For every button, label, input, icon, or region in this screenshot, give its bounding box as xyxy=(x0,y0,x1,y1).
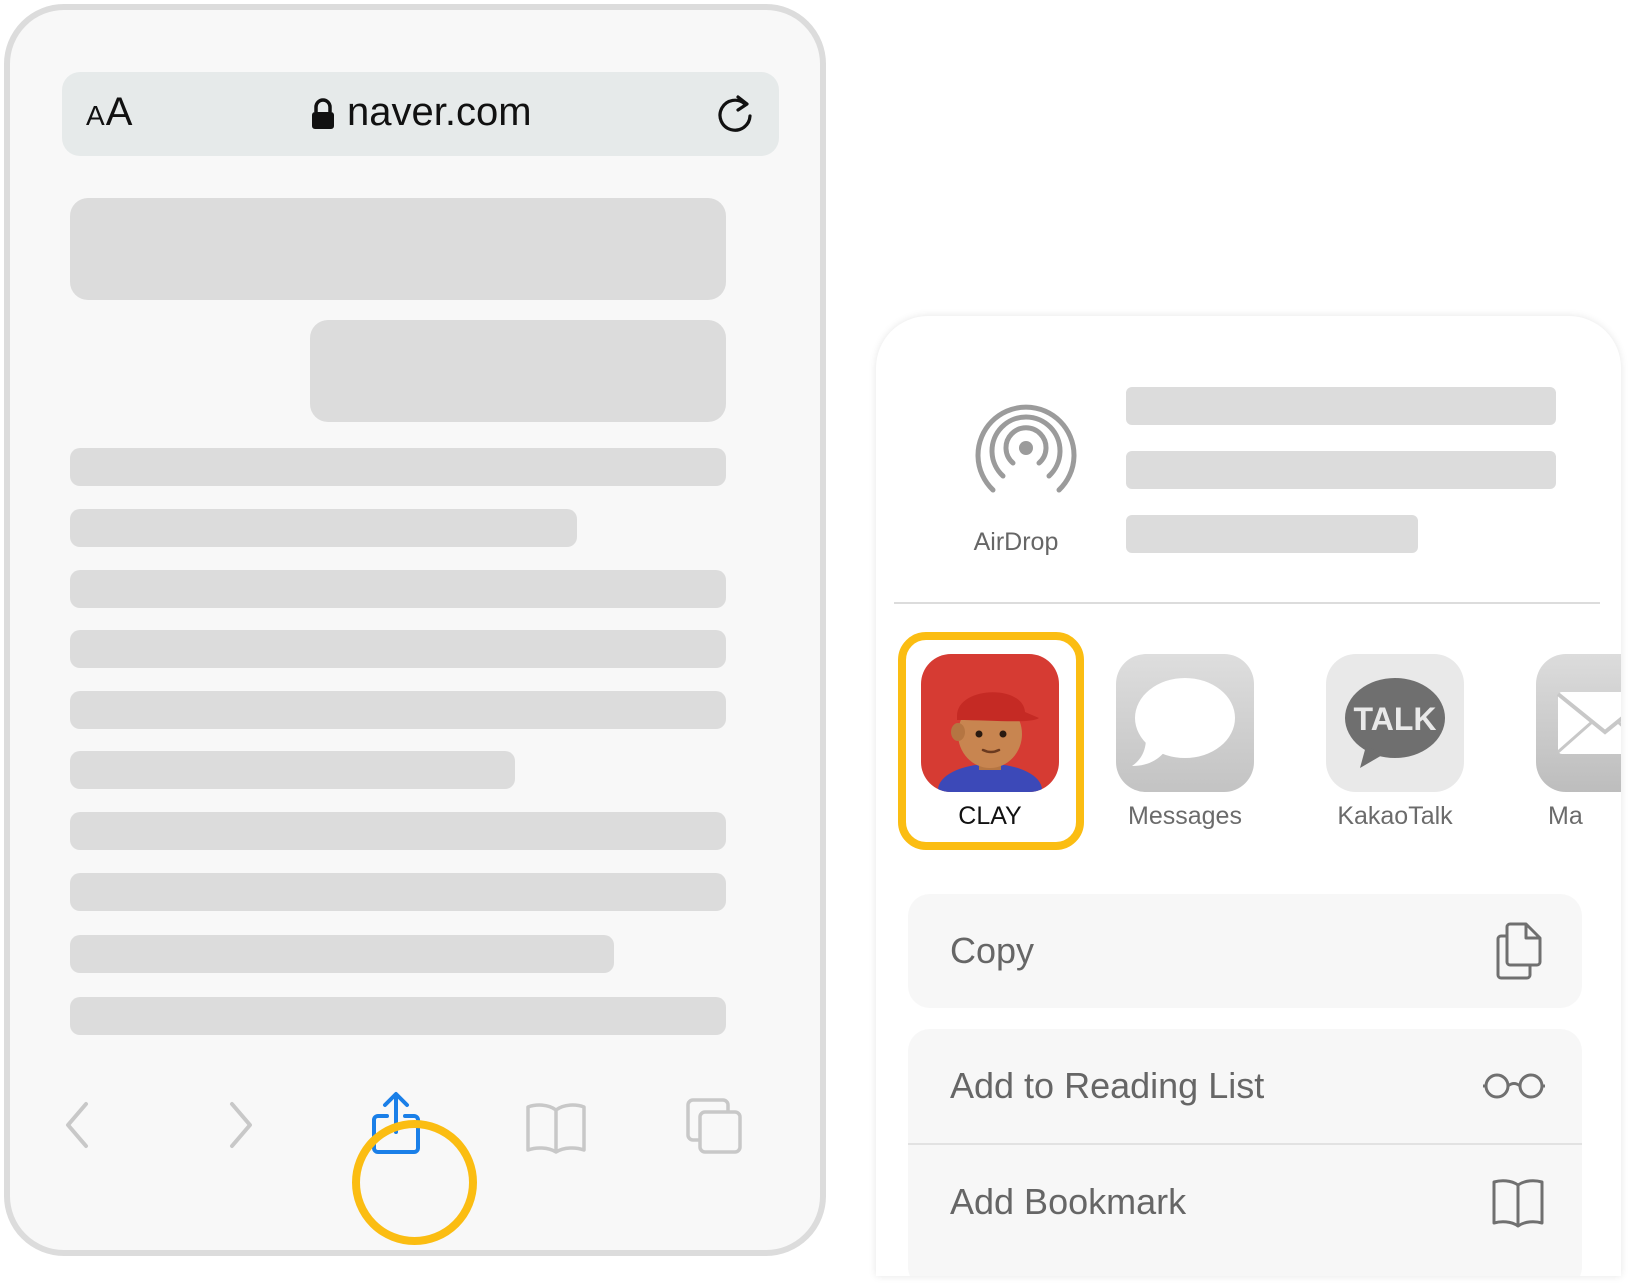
section-divider xyxy=(894,602,1600,604)
contact-placeholder xyxy=(1126,515,1418,553)
app-messages[interactable]: Messages xyxy=(1116,654,1254,831)
text-line-placeholder xyxy=(70,630,726,668)
text-size-button[interactable]: AA xyxy=(86,90,133,135)
action-add-bookmark[interactable]: Add Bookmark xyxy=(908,1145,1582,1259)
action-label: Copy xyxy=(950,930,1035,971)
action-label: Add to Reading List xyxy=(950,1065,1265,1106)
share-sheet: AirDrop CLAY Messages TALK KakaoTalk Ma … xyxy=(876,316,1621,1276)
tabs-icon[interactable] xyxy=(684,1096,744,1156)
content-placeholder xyxy=(70,198,726,300)
action-label: Add Bookmark xyxy=(950,1181,1187,1222)
text-line-placeholder xyxy=(70,509,577,547)
book-icon xyxy=(1492,1179,1544,1228)
app-clay[interactable]: CLAY xyxy=(921,654,1059,831)
url-domain[interactable]: naver.com xyxy=(347,90,532,135)
glasses-icon xyxy=(1483,1073,1545,1099)
share-button-highlight xyxy=(352,1120,477,1245)
forward-chevron-icon[interactable] xyxy=(222,1100,258,1150)
text-line-placeholder xyxy=(70,448,726,486)
text-line-placeholder xyxy=(70,935,614,973)
text-line-placeholder xyxy=(70,873,726,911)
contact-placeholder xyxy=(1126,387,1556,425)
action-copy[interactable]: Copy xyxy=(908,894,1582,1008)
app-label: CLAY xyxy=(958,802,1022,830)
lock-icon xyxy=(312,98,334,129)
talk-badge-text: TALK xyxy=(1354,701,1437,737)
back-chevron-icon[interactable] xyxy=(60,1100,96,1150)
browser-screen: AA naver.com xyxy=(4,4,826,1256)
action-add-to-reading-list[interactable]: Add to Reading List xyxy=(908,1029,1582,1143)
text-line-placeholder xyxy=(70,997,726,1035)
messages-icon xyxy=(1116,654,1254,792)
text-line-placeholder xyxy=(70,812,726,850)
reload-icon[interactable] xyxy=(714,92,756,136)
airdrop-icon[interactable] xyxy=(971,396,1081,500)
text-line-placeholder xyxy=(70,751,515,789)
kakaotalk-icon: TALK xyxy=(1326,654,1464,792)
clay-app-icon xyxy=(921,654,1059,792)
app-label: Ma xyxy=(1548,802,1583,830)
airdrop-label: AirDrop xyxy=(973,528,1059,556)
mail-icon xyxy=(1536,654,1621,792)
content-placeholder xyxy=(310,320,726,422)
copy-icon xyxy=(1496,922,1542,980)
copy-group: Copy xyxy=(908,894,1582,1008)
contact-placeholder xyxy=(1126,451,1556,489)
actions-group: Add to Reading List Add Bookmark xyxy=(908,1029,1582,1276)
address-bar[interactable]: AA naver.com xyxy=(62,72,779,156)
app-label: KakaoTalk xyxy=(1337,802,1453,830)
bookmarks-book-icon[interactable] xyxy=(524,1100,588,1154)
app-kakaotalk[interactable]: TALK KakaoTalk xyxy=(1326,654,1464,831)
app-mail[interactable]: Ma xyxy=(1536,654,1621,831)
text-line-placeholder xyxy=(70,691,726,729)
app-label: Messages xyxy=(1128,802,1242,830)
text-line-placeholder xyxy=(70,570,726,608)
